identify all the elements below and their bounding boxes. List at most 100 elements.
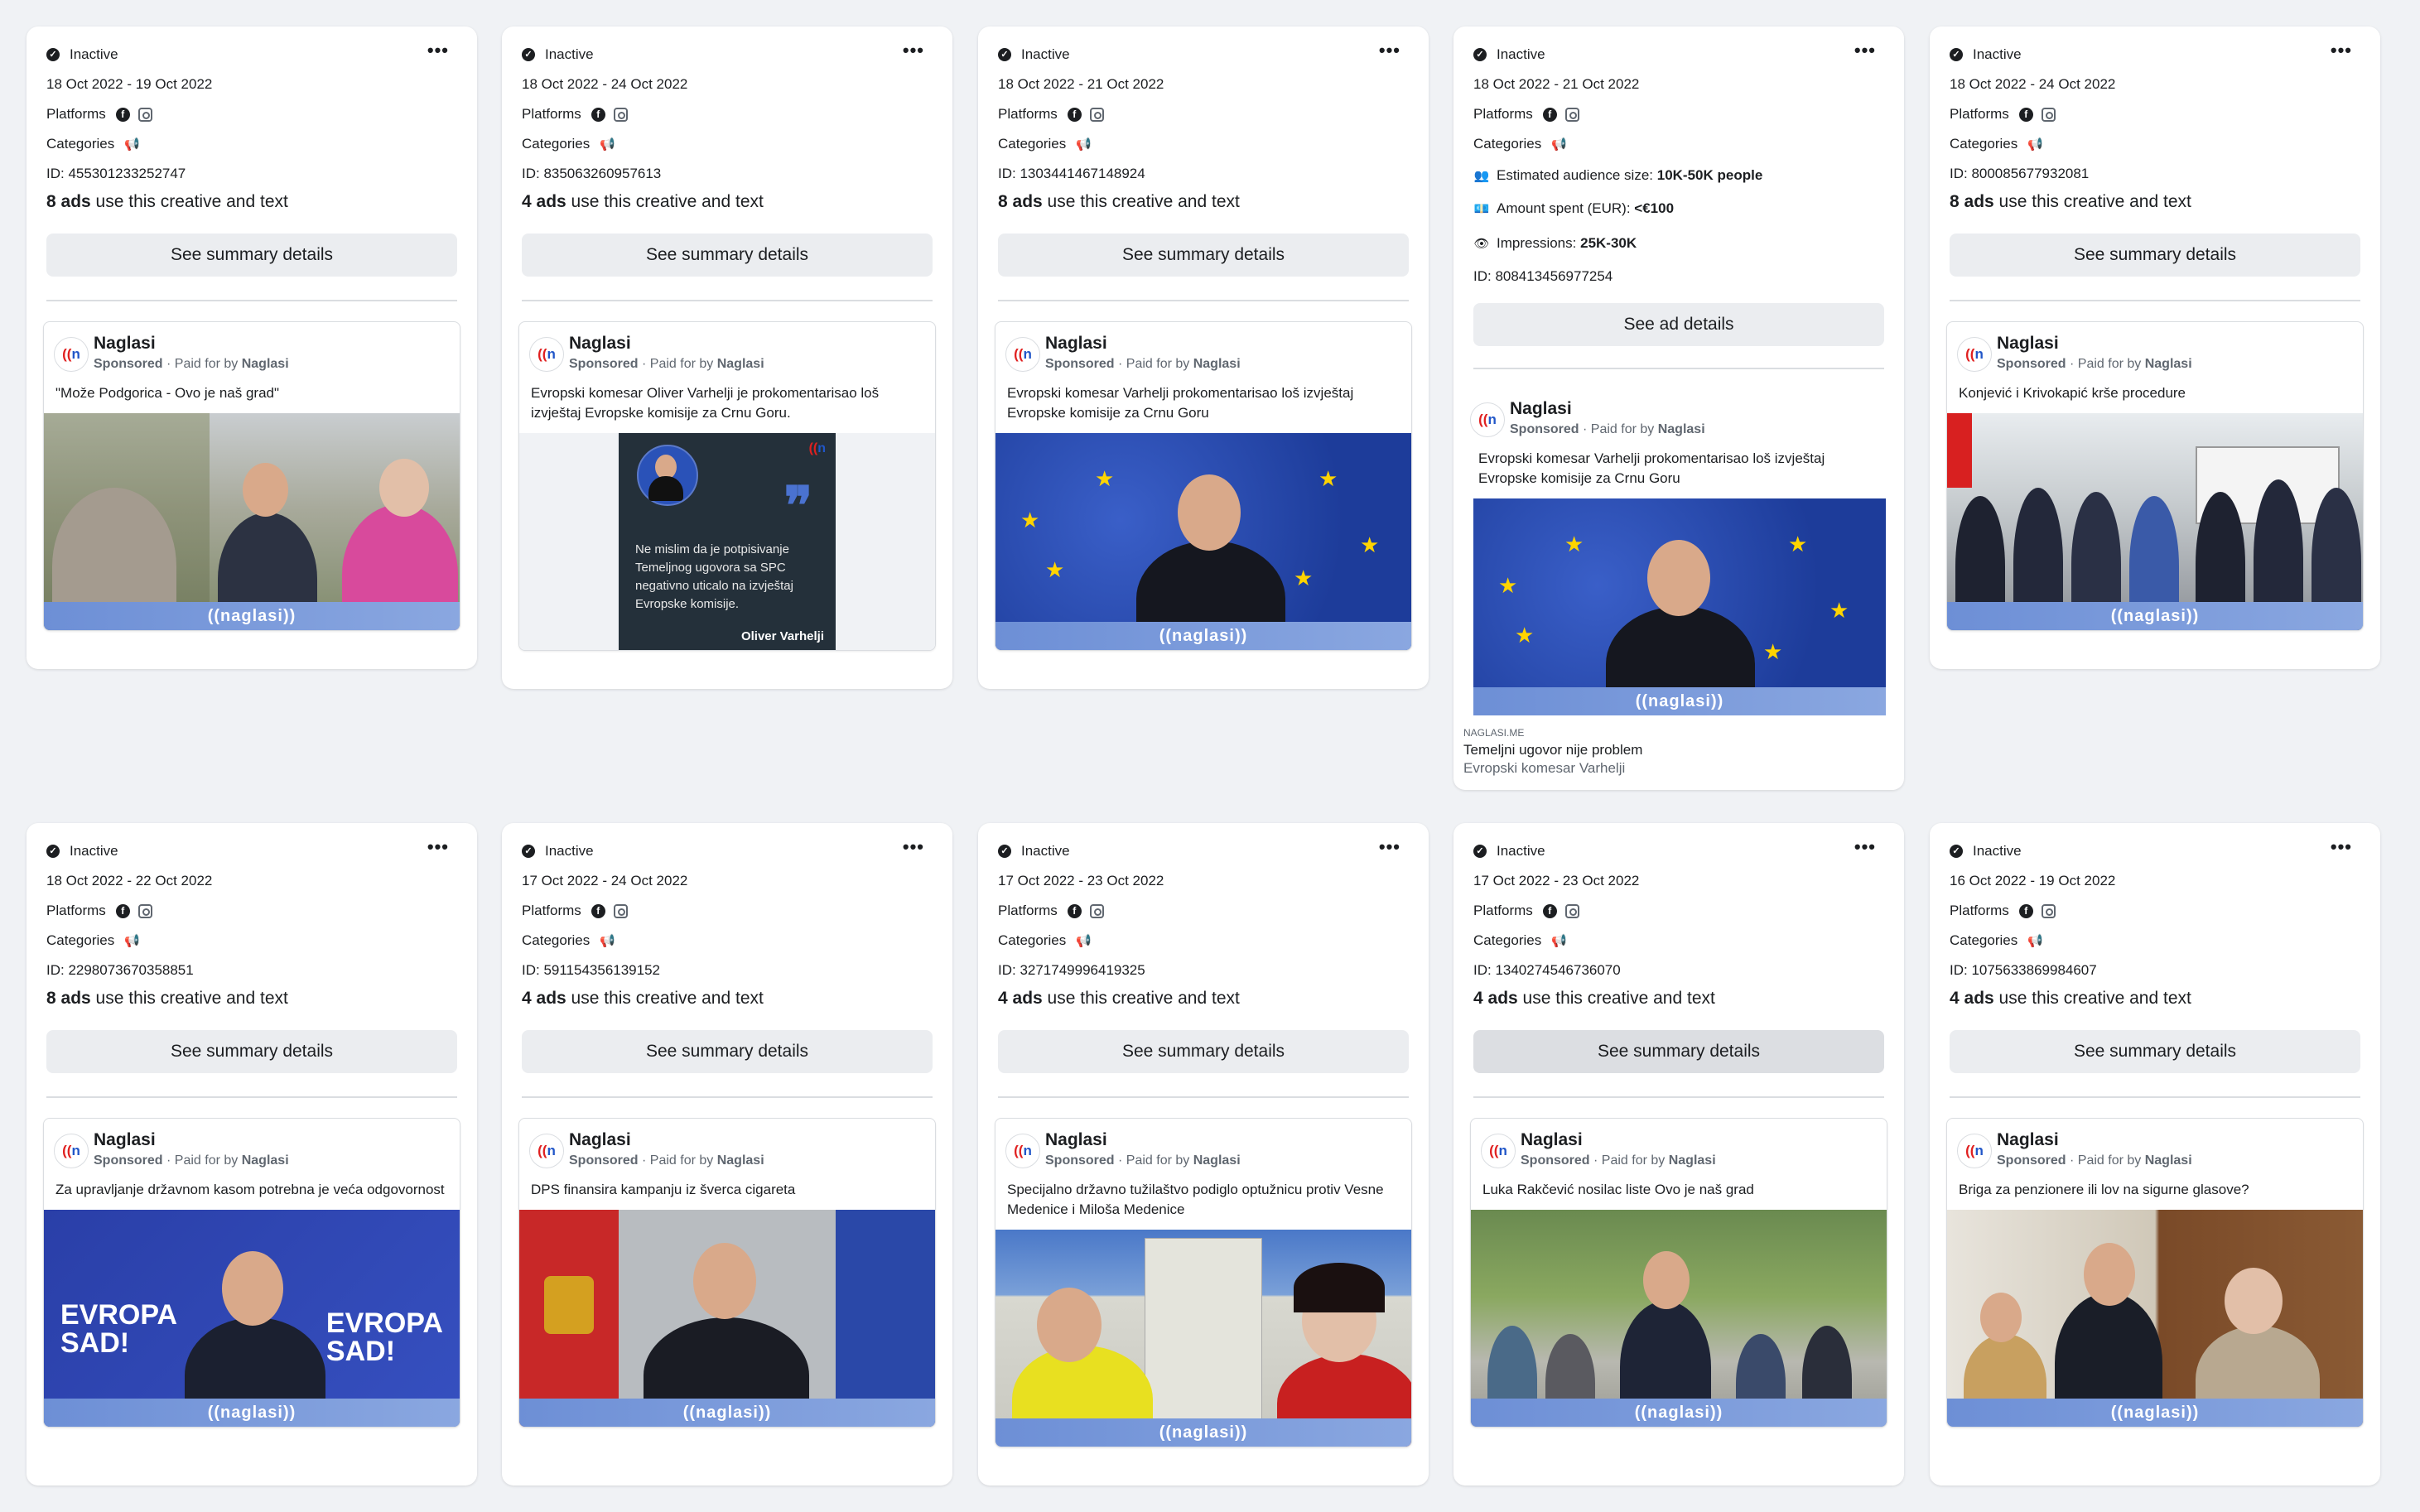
facebook-icon: f <box>115 107 130 122</box>
ads-count-number: 4 ads <box>522 192 566 211</box>
see-summary-details-button[interactable]: See summary details <box>1950 1030 2360 1073</box>
more-options-button[interactable]: ••• <box>427 41 449 60</box>
ad-card: ✓ Inactive ••• 18 Oct 2022 - 21 Oct 2022 … <box>1453 26 1904 790</box>
ad-image: EVROPA SAD! EVROPA SAD! ((naglasi)) <box>44 1210 460 1427</box>
ad-preview[interactable]: ((n Naglasi Sponsored · Paid for by Nagl… <box>1946 1118 2364 1428</box>
impressions-label: Impressions: <box>1497 235 1577 251</box>
inactive-icon: ✓ <box>46 845 60 858</box>
sponsored-line: Sponsored · Paid for by Naglasi <box>94 357 289 371</box>
ad-header: ((n Naglasi Sponsored · Paid for by Nagl… <box>995 1119 1411 1172</box>
platforms-label: Platforms <box>522 106 581 122</box>
date-range: 18 Oct 2022 - 19 Oct 2022 <box>46 76 213 92</box>
more-options-button[interactable]: ••• <box>1854 838 1876 856</box>
categories-label: Categories <box>46 932 115 948</box>
categories: Categories 📢 <box>1950 136 2043 152</box>
paid-prefix: Paid for by <box>174 1153 239 1168</box>
status-text: Inactive <box>70 46 118 62</box>
page-name[interactable]: Naglasi <box>1997 1130 2059 1150</box>
ad-preview[interactable]: ((n Naglasi Sponsored · Paid for by Nagl… <box>43 321 460 631</box>
ad-preview[interactable]: ((n Naglasi Sponsored · Paid for by Nagl… <box>43 1118 460 1428</box>
more-options-button[interactable]: ••• <box>427 838 449 856</box>
date-range: 18 Oct 2022 - 21 Oct 2022 <box>1473 76 1640 92</box>
ad-id: ID: 1340274546736070 <box>1473 962 1621 978</box>
sponsored-label: Sponsored <box>1045 1153 1115 1168</box>
ad-header: ((n Naglasi Sponsored · Paid for by Nagl… <box>519 1119 935 1172</box>
naglasi-banner: ((naglasi)) <box>1947 1399 2363 1427</box>
more-options-button[interactable]: ••• <box>1379 41 1400 60</box>
megaphone-icon: 📢 <box>1551 934 1567 948</box>
page-name[interactable]: Naglasi <box>1997 334 2059 354</box>
page-name[interactable]: Naglasi <box>1045 1130 1107 1150</box>
more-options-button[interactable]: ••• <box>903 838 924 856</box>
more-options-button[interactable]: ••• <box>2331 41 2352 60</box>
payer-name: Naglasi <box>1193 1153 1241 1168</box>
ad-id: ID: 835063260957613 <box>522 166 662 181</box>
see-summary-details-button[interactable]: See summary details <box>522 234 933 277</box>
link-preview[interactable]: NAGLASI.ME Temeljni ugovor nije problem … <box>1453 715 1904 785</box>
inactive-icon: ✓ <box>522 845 535 858</box>
sponsored-label: Sponsored <box>94 357 163 371</box>
inactive-icon: ✓ <box>998 845 1011 858</box>
ad-preview[interactable]: ((n Naglasi Sponsored · Paid for by Nagl… <box>995 1118 1412 1447</box>
see-summary-details-button[interactable]: See summary details <box>46 1030 457 1073</box>
paid-prefix: Paid for by <box>2077 1153 2142 1168</box>
facebook-icon: f <box>591 903 605 918</box>
instagram-icon <box>2041 903 2056 918</box>
ads-count-suffix: use this creative and text <box>90 192 288 211</box>
more-options-button[interactable]: ••• <box>1854 41 1876 60</box>
page-name[interactable]: Naglasi <box>94 334 156 354</box>
platforms: Platforms f <box>46 903 152 919</box>
ads-count-number: 4 ads <box>522 989 566 1008</box>
ad-preview[interactable]: ((n Naglasi Sponsored · Paid for by Nagl… <box>518 321 936 651</box>
naglasi-logo-icon: ((n <box>54 337 89 372</box>
ad-preview[interactable]: ((n Naglasi Sponsored · Paid for by Nagl… <box>1453 388 1904 785</box>
see-summary-details-button[interactable]: See summary details <box>1473 1030 1884 1073</box>
see-summary-details-button[interactable]: See summary details <box>46 234 457 277</box>
status: ✓ Inactive <box>998 843 1070 860</box>
see-summary-details-button[interactable]: See summary details <box>1950 234 2360 277</box>
sponsored-label: Sponsored <box>1997 357 2066 371</box>
megaphone-icon: 📢 <box>1076 137 1092 152</box>
more-options-button[interactable]: ••• <box>2331 838 2352 856</box>
page-name[interactable]: Naglasi <box>569 334 631 354</box>
ad-preview[interactable]: ((n Naglasi Sponsored · Paid for by Nagl… <box>1470 1118 1887 1428</box>
categories: Categories 📢 <box>998 932 1092 949</box>
see-ad-details-button[interactable]: See ad details <box>1473 303 1884 346</box>
ad-text: Konjević i Krivokapić krše procedure <box>1959 385 2186 401</box>
ads-count-number: 4 ads <box>1473 989 1518 1008</box>
date-range: 16 Oct 2022 - 19 Oct 2022 <box>1950 873 2116 888</box>
categories-label: Categories <box>1473 932 1542 948</box>
page-name[interactable]: Naglasi <box>1521 1130 1583 1150</box>
see-summary-details-button[interactable]: See summary details <box>998 1030 1409 1073</box>
instagram-icon <box>1564 107 1579 122</box>
ads-count-suffix: use this creative and text <box>1993 192 2191 211</box>
ad-header: ((n Naglasi Sponsored · Paid for by Nagl… <box>1947 1119 2363 1172</box>
categories: Categories 📢 <box>1473 932 1567 949</box>
categories-label: Categories <box>46 136 115 152</box>
ads-count-suffix: use this creative and text <box>1517 989 1715 1008</box>
ad-preview[interactable]: ((n Naglasi Sponsored · Paid for by Nagl… <box>1946 321 2364 631</box>
more-options-button[interactable]: ••• <box>903 41 924 60</box>
impressions-value: 25K-30K <box>1580 235 1637 251</box>
inactive-icon: ✓ <box>1950 845 1963 858</box>
page-name[interactable]: Naglasi <box>1045 334 1107 354</box>
ads-count-number: 8 ads <box>46 192 91 211</box>
see-summary-details-button[interactable]: See summary details <box>522 1030 933 1073</box>
status-text: Inactive <box>1021 843 1070 859</box>
quote-icon: ❞ <box>783 476 812 536</box>
date-range: 17 Oct 2022 - 23 Oct 2022 <box>998 873 1164 888</box>
megaphone-icon: 📢 <box>124 934 140 948</box>
spent-label: Amount spent (EUR): <box>1497 200 1631 216</box>
ad-preview[interactable]: ((n Naglasi Sponsored · Paid for by Nagl… <box>995 321 1412 651</box>
ads-count-suffix: use this creative and text <box>1993 989 2191 1008</box>
ad-preview[interactable]: ((n Naglasi Sponsored · Paid for by Nagl… <box>518 1118 936 1428</box>
platforms-label: Platforms <box>1950 106 2009 122</box>
page-name[interactable]: Naglasi <box>569 1130 631 1150</box>
see-summary-details-button[interactable]: See summary details <box>998 234 1409 277</box>
platforms: Platforms f <box>1473 106 1579 123</box>
divider <box>1473 1096 1884 1098</box>
more-options-button[interactable]: ••• <box>1379 838 1400 856</box>
page-name[interactable]: Naglasi <box>1510 399 1572 419</box>
ad-card: ✓ Inactive ••• 17 Oct 2022 - 23 Oct 2022 … <box>978 823 1429 1486</box>
page-name[interactable]: Naglasi <box>94 1130 156 1150</box>
